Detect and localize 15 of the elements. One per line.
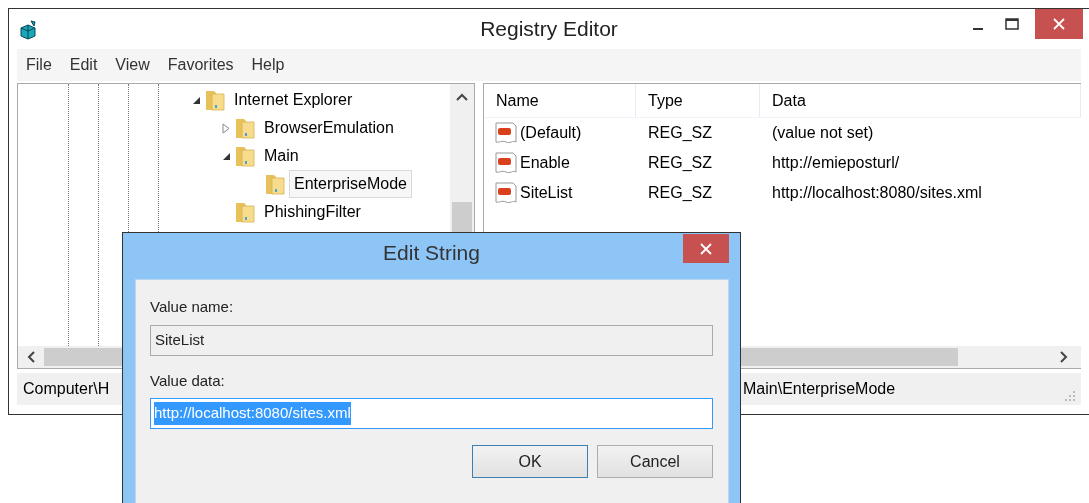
table-cell: (value not set) — [772, 124, 874, 141]
table-cell: REG_SZ — [648, 124, 712, 141]
table-cell: http://localhost:8080/sites.xml — [772, 184, 982, 201]
table-cell: http://emieposturl/ — [772, 154, 900, 171]
status-path: Main\EnterpriseMode — [743, 379, 896, 399]
table-cell-text: Enable — [520, 153, 570, 173]
table-cell: REG_SZ — [648, 184, 712, 201]
window-title: Registry Editor — [479, 16, 619, 43]
field-label: Value name: — [150, 297, 235, 317]
table-cell-text: (Default) — [520, 123, 582, 143]
dialog-title: Edit String — [382, 240, 481, 267]
status-path: Computer\H — [23, 379, 110, 399]
table-cell-text: SiteList — [520, 183, 573, 203]
field-label: Value data: — [150, 370, 226, 391]
table-cell: REG_SZ — [648, 154, 712, 171]
